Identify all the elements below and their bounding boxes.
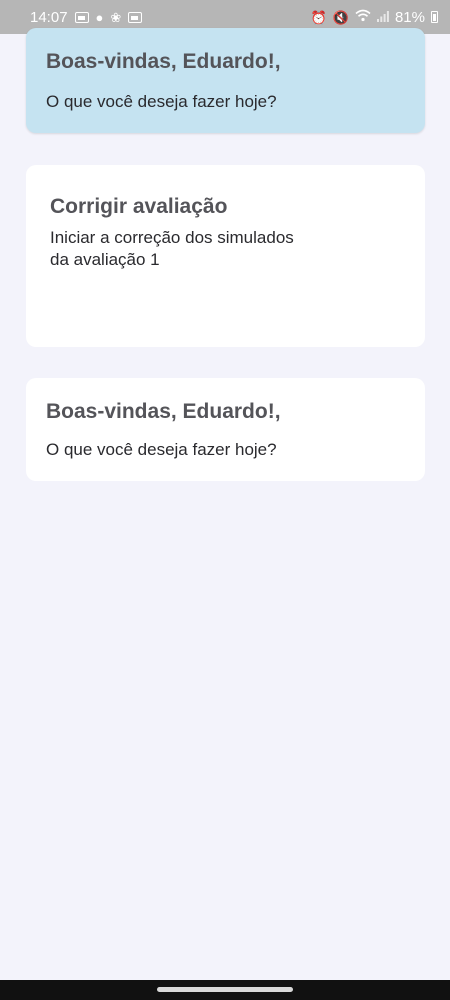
action-card-title: Corrigir avaliação	[50, 195, 228, 218]
status-time: 14:07	[30, 8, 68, 26]
fan-icon: ❀	[110, 9, 122, 25]
welcome-subtitle-secondary: O que você deseja fazer hoje?	[46, 440, 277, 459]
welcome-card-secondary: Boas-vindas, Eduardo!, O que você deseja…	[26, 378, 425, 481]
gallery-icon	[74, 11, 89, 23]
welcome-title-secondary: Boas-vindas, Eduardo!,	[46, 400, 281, 423]
mute-icon: 🔇	[332, 9, 349, 25]
status-right: ⏰ 🔇 81%	[311, 9, 438, 26]
notification-icon: ●	[95, 9, 104, 25]
welcome-title: Boas-vindas, Eduardo!,	[46, 50, 281, 73]
navigation-bar	[0, 980, 450, 1000]
correct-evaluation-card[interactable]: Corrigir avaliação Iniciar a correção do…	[26, 165, 425, 347]
welcome-subtitle: O que você deseja fazer hoje?	[46, 92, 277, 111]
battery-icon	[431, 11, 438, 23]
action-card-description: Iniciar a correção dos simulados da aval…	[50, 228, 294, 269]
wifi-icon	[355, 9, 371, 26]
signal-icon	[376, 9, 389, 26]
status-left: 14:07 ● ❀	[30, 8, 143, 26]
battery-percent: 81%	[394, 8, 425, 26]
home-indicator[interactable]	[157, 987, 293, 992]
image-icon	[128, 11, 143, 23]
alarm-icon: ⏰	[310, 9, 327, 25]
welcome-card: Boas-vindas, Eduardo!, O que você deseja…	[26, 28, 425, 133]
